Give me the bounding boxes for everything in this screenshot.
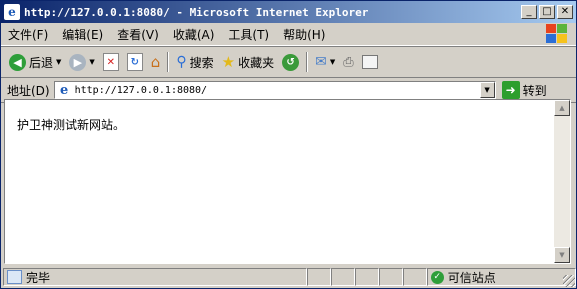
status-bar: 完毕 ✓ 可信站点	[1, 266, 576, 288]
page-content[interactable]: 护卫神测试新网站。 ▲ ▼	[4, 99, 571, 264]
status-panel	[379, 268, 403, 286]
menu-file[interactable]: 文件(F)	[1, 26, 55, 43]
scroll-down-button[interactable]: ▼	[554, 247, 570, 263]
back-button[interactable]: ◀ 后退 ▼	[5, 50, 65, 74]
history-icon: ↺	[282, 53, 300, 71]
status-panel	[355, 268, 379, 286]
star-icon: ★	[221, 53, 236, 71]
stop-icon: ✕	[102, 53, 119, 71]
status-text-panel: 完毕	[3, 268, 308, 286]
minimize-button[interactable]: _	[521, 5, 537, 19]
refresh-icon: ↻	[126, 53, 143, 71]
address-input[interactable]: e http://127.0.0.1:8080/ ▼	[53, 81, 496, 99]
search-button[interactable]: ⚲ 搜索	[172, 50, 217, 74]
standard-toolbar: ◀ 后退 ▼ ▶ ▼ ✕ ↻ ⌂ ⚲ 搜索 ★ 收藏夹 ↺ ✉ ▼ ⎙	[1, 46, 576, 78]
windows-logo-icon	[546, 24, 568, 44]
menu-bar: 文件(F) 编辑(E) 查看(V) 收藏(A) 工具(T) 帮助(H)	[1, 23, 576, 46]
status-panel	[402, 268, 427, 286]
menu-edit[interactable]: 编辑(E)	[55, 26, 110, 43]
trusted-sites-icon: ✓	[430, 270, 444, 284]
go-label: 转到	[522, 83, 547, 98]
scroll-up-button[interactable]: ▲	[554, 100, 570, 116]
menu-view[interactable]: 查看(V)	[110, 26, 166, 43]
stop-button[interactable]: ✕	[99, 50, 123, 74]
favorites-label: 收藏夹	[238, 55, 275, 70]
close-button[interactable]: ✕	[557, 5, 573, 19]
go-arrow-icon: ➜	[501, 81, 520, 99]
forward-button[interactable]: ▶ ▼	[65, 50, 98, 74]
edit-page-icon	[361, 55, 378, 69]
printer-icon: ⎙	[343, 54, 354, 70]
page-body-text: 护卫神测试新网站。	[17, 118, 126, 132]
mail-icon: ✉	[315, 54, 327, 70]
ie-logo-icon: e	[4, 4, 20, 20]
security-zone-panel: ✓ 可信站点	[426, 268, 576, 286]
mail-dropdown-icon[interactable]: ▼	[330, 58, 335, 66]
status-text: 完毕	[26, 270, 51, 285]
back-arrow-icon: ◀	[9, 53, 26, 71]
status-panel	[331, 268, 356, 286]
history-button[interactable]: ↺	[278, 50, 303, 74]
page-icon: e	[59, 82, 69, 98]
status-panel	[307, 268, 332, 286]
maximize-button[interactable]: □	[539, 5, 555, 19]
address-dropdown-icon[interactable]: ▼	[479, 82, 495, 98]
back-dropdown-icon[interactable]: ▼	[56, 58, 61, 66]
refresh-button[interactable]: ↻	[123, 50, 147, 74]
resize-grip[interactable]	[563, 275, 575, 287]
toolbar-separator	[306, 52, 309, 72]
menu-help[interactable]: 帮助(H)	[276, 26, 332, 43]
go-button[interactable]: ➜ 转到	[501, 81, 547, 99]
window-title: http://127.0.0.1:8080/ - Microsoft Inter…	[24, 5, 369, 19]
forward-arrow-icon: ▶	[69, 53, 87, 71]
home-icon: ⌂	[150, 53, 161, 71]
ie-window: e http://127.0.0.1:8080/ - Microsoft Int…	[0, 0, 577, 289]
menu-favorites[interactable]: 收藏(A)	[166, 26, 222, 43]
toolbar-separator	[167, 52, 170, 72]
vertical-scrollbar[interactable]: ▲ ▼	[554, 100, 570, 263]
page-status-icon	[7, 270, 22, 284]
mail-button[interactable]: ✉ ▼	[311, 50, 339, 74]
home-button[interactable]: ⌂	[147, 50, 165, 74]
search-label: 搜索	[189, 55, 214, 70]
favorites-button[interactable]: ★ 收藏夹	[218, 50, 278, 74]
forward-dropdown-icon[interactable]: ▼	[89, 58, 94, 66]
menu-tools[interactable]: 工具(T)	[221, 26, 276, 43]
address-url[interactable]: http://127.0.0.1:8080/	[75, 85, 207, 96]
zone-text: 可信站点	[447, 270, 496, 285]
title-bar[interactable]: e http://127.0.0.1:8080/ - Microsoft Int…	[1, 1, 576, 23]
edit-button[interactable]	[358, 50, 382, 74]
print-button[interactable]: ⎙	[339, 50, 357, 74]
search-icon: ⚲	[176, 54, 187, 70]
back-label: 后退	[29, 55, 54, 70]
address-label: 地址(D)	[7, 83, 50, 98]
